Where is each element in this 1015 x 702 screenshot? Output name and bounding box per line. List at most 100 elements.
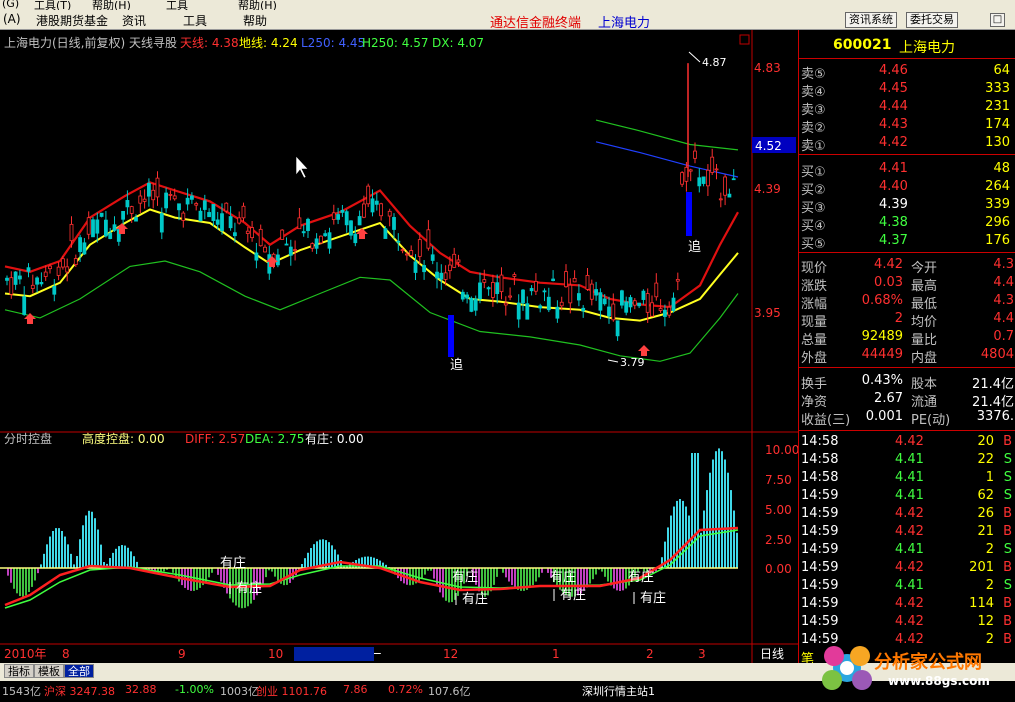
menu-item[interactable]: (G): [2, 0, 19, 10]
x-axis-label: 10: [268, 647, 283, 661]
candle-body: [671, 297, 676, 311]
candle-body: [688, 169, 693, 172]
candle-body: [198, 210, 203, 222]
menu-item-a[interactable]: (A): [3, 12, 21, 26]
status-item: 7.86: [343, 683, 368, 696]
buy-level-row[interactable]: 买④ 4.38 296: [799, 214, 1015, 234]
candle-body: [340, 209, 345, 213]
candle-body: [331, 212, 336, 220]
period-mode-label[interactable]: 日线: [760, 647, 784, 661]
menu-item-tools2[interactable]: 工具: [166, 0, 188, 10]
x-axis-label: 8: [62, 647, 70, 661]
stat-value: 4804: [980, 347, 1014, 362]
candle-body: [177, 203, 181, 211]
indicator-header-item: DEA: 2.75: [245, 432, 304, 446]
candle-body: [555, 306, 560, 319]
candle-body: [48, 265, 52, 270]
tick-time: 14:59: [801, 506, 839, 521]
menu-item-info[interactable]: 资讯: [122, 12, 146, 29]
trade-tick-row: 14:59 4.42 201 B: [799, 559, 1015, 577]
indicator-y-tick: 5.00: [765, 503, 792, 517]
order-volume: 64: [993, 63, 1010, 78]
tick-time: 14:59: [801, 578, 839, 593]
indicator-y-axis: 10.00 7.50 5.00 2.50 0.00: [765, 443, 798, 576]
candle-body: [663, 309, 667, 317]
candle-body: [108, 232, 113, 239]
trade-button[interactable]: 委托交易: [906, 12, 958, 28]
restore-button[interactable]: □: [990, 13, 1005, 27]
tab-all[interactable]: 全部: [64, 664, 94, 678]
candle-body: [224, 202, 229, 212]
y-label-low: 3.95: [754, 306, 781, 320]
candle-body: [525, 303, 530, 320]
tick-direction: B: [1003, 506, 1012, 521]
candle-body: [439, 272, 444, 280]
candle-body: [495, 282, 500, 295]
quote-stat-row: 涨幅 0.68% 最低 4.3: [799, 292, 1015, 312]
candle-body: [577, 293, 581, 301]
candle-body: [417, 239, 422, 257]
tab-template[interactable]: 模板: [34, 664, 64, 678]
quote-separator: [799, 58, 1015, 59]
youzhuang-label-bottom: 有庄: [462, 591, 488, 607]
brand-stock: 上海电力: [598, 16, 651, 31]
menu-item-help[interactable]: 帮助: [243, 12, 267, 29]
stock-chart[interactable]: 上海电力(日线,前复权) 天线寻股 天线: 4.38 地线: 4.24 L250: …: [0, 30, 798, 663]
menu-item-tools[interactable]: 工具: [183, 12, 207, 29]
tick-volume: 21: [977, 524, 994, 539]
candle-body: [602, 298, 607, 305]
candle-body: [701, 176, 706, 184]
candle-body: [258, 228, 263, 247]
sell-level-row[interactable]: 卖① 4.42 130: [799, 134, 1015, 154]
candle-body: [615, 320, 620, 337]
stat-label: 内盘: [911, 351, 938, 366]
tick-time: 14:58: [801, 470, 839, 485]
quote-stat-row: 外盘 44449 内盘 4804: [799, 346, 1015, 366]
candle-body: [718, 198, 723, 201]
menu-item-hk-futures[interactable]: 港股期货基金: [36, 12, 108, 29]
candle-body: [69, 223, 74, 242]
zhui-bar-1: [448, 315, 454, 357]
tick-price: 4.41: [895, 488, 924, 503]
tick-volume: 2: [985, 542, 994, 557]
trade-tick-row: 14:58 4.42 20 B: [799, 433, 1015, 451]
candle-body: [151, 189, 156, 201]
candle-body: [400, 249, 405, 252]
buy-level-row[interactable]: 买⑤ 4.37 176: [799, 232, 1015, 252]
tick-volume: 114: [969, 596, 994, 611]
candle-body: [293, 249, 298, 251]
toolbar: (A) 港股期货基金 资讯 工具 帮助 通达信金融终端 上海电力 资讯系统 委托…: [0, 10, 1015, 31]
sell-level-row[interactable]: 卖⑤ 4.46 64: [799, 62, 1015, 82]
order-label: 卖①: [801, 139, 826, 154]
tick-time: 14:59: [801, 614, 839, 629]
candle-body: [490, 282, 495, 298]
sell-level-row[interactable]: 卖② 4.43 174: [799, 116, 1015, 136]
chart-close-box[interactable]: [739, 34, 750, 45]
buy-level-row[interactable]: 买① 4.41 48: [799, 160, 1015, 180]
sell-level-row[interactable]: 卖④ 4.45 333: [799, 80, 1015, 100]
tick-direction: S: [1003, 542, 1012, 557]
candle-body: [572, 277, 577, 283]
tick-volume: 12: [977, 614, 994, 629]
sell-level-row[interactable]: 卖③ 4.44 231: [799, 98, 1015, 118]
candle-body: [706, 169, 710, 187]
candle-body: [202, 200, 207, 210]
menu-item-help[interactable]: 帮助(H): [92, 0, 131, 10]
stat-label: PE(动): [911, 413, 951, 428]
candle-body: [125, 200, 130, 208]
indicator-y-tick: 2.50: [765, 533, 792, 547]
candle-body: [503, 302, 508, 306]
menu-item-tools[interactable]: 工具(T): [34, 0, 71, 10]
high-annotation: 4.87: [702, 56, 727, 69]
menu-item-help2[interactable]: 帮助(H): [238, 0, 277, 10]
buy-level-row[interactable]: 买③ 4.39 339: [799, 196, 1015, 216]
watermark-url: www.88gs.com: [888, 674, 990, 688]
tab-indicator[interactable]: 指标: [4, 664, 34, 678]
buy-level-row[interactable]: 买② 4.40 264: [799, 178, 1015, 198]
chart-header-value: 地线: 4.24: [239, 36, 298, 50]
candle-body: [396, 240, 401, 243]
quote-stat-row: 现量 2 均价 4.4: [799, 310, 1015, 330]
info-system-button[interactable]: 资讯系统: [845, 12, 897, 28]
current-price-label: 4.52: [755, 139, 782, 153]
candle-body: [61, 258, 65, 268]
